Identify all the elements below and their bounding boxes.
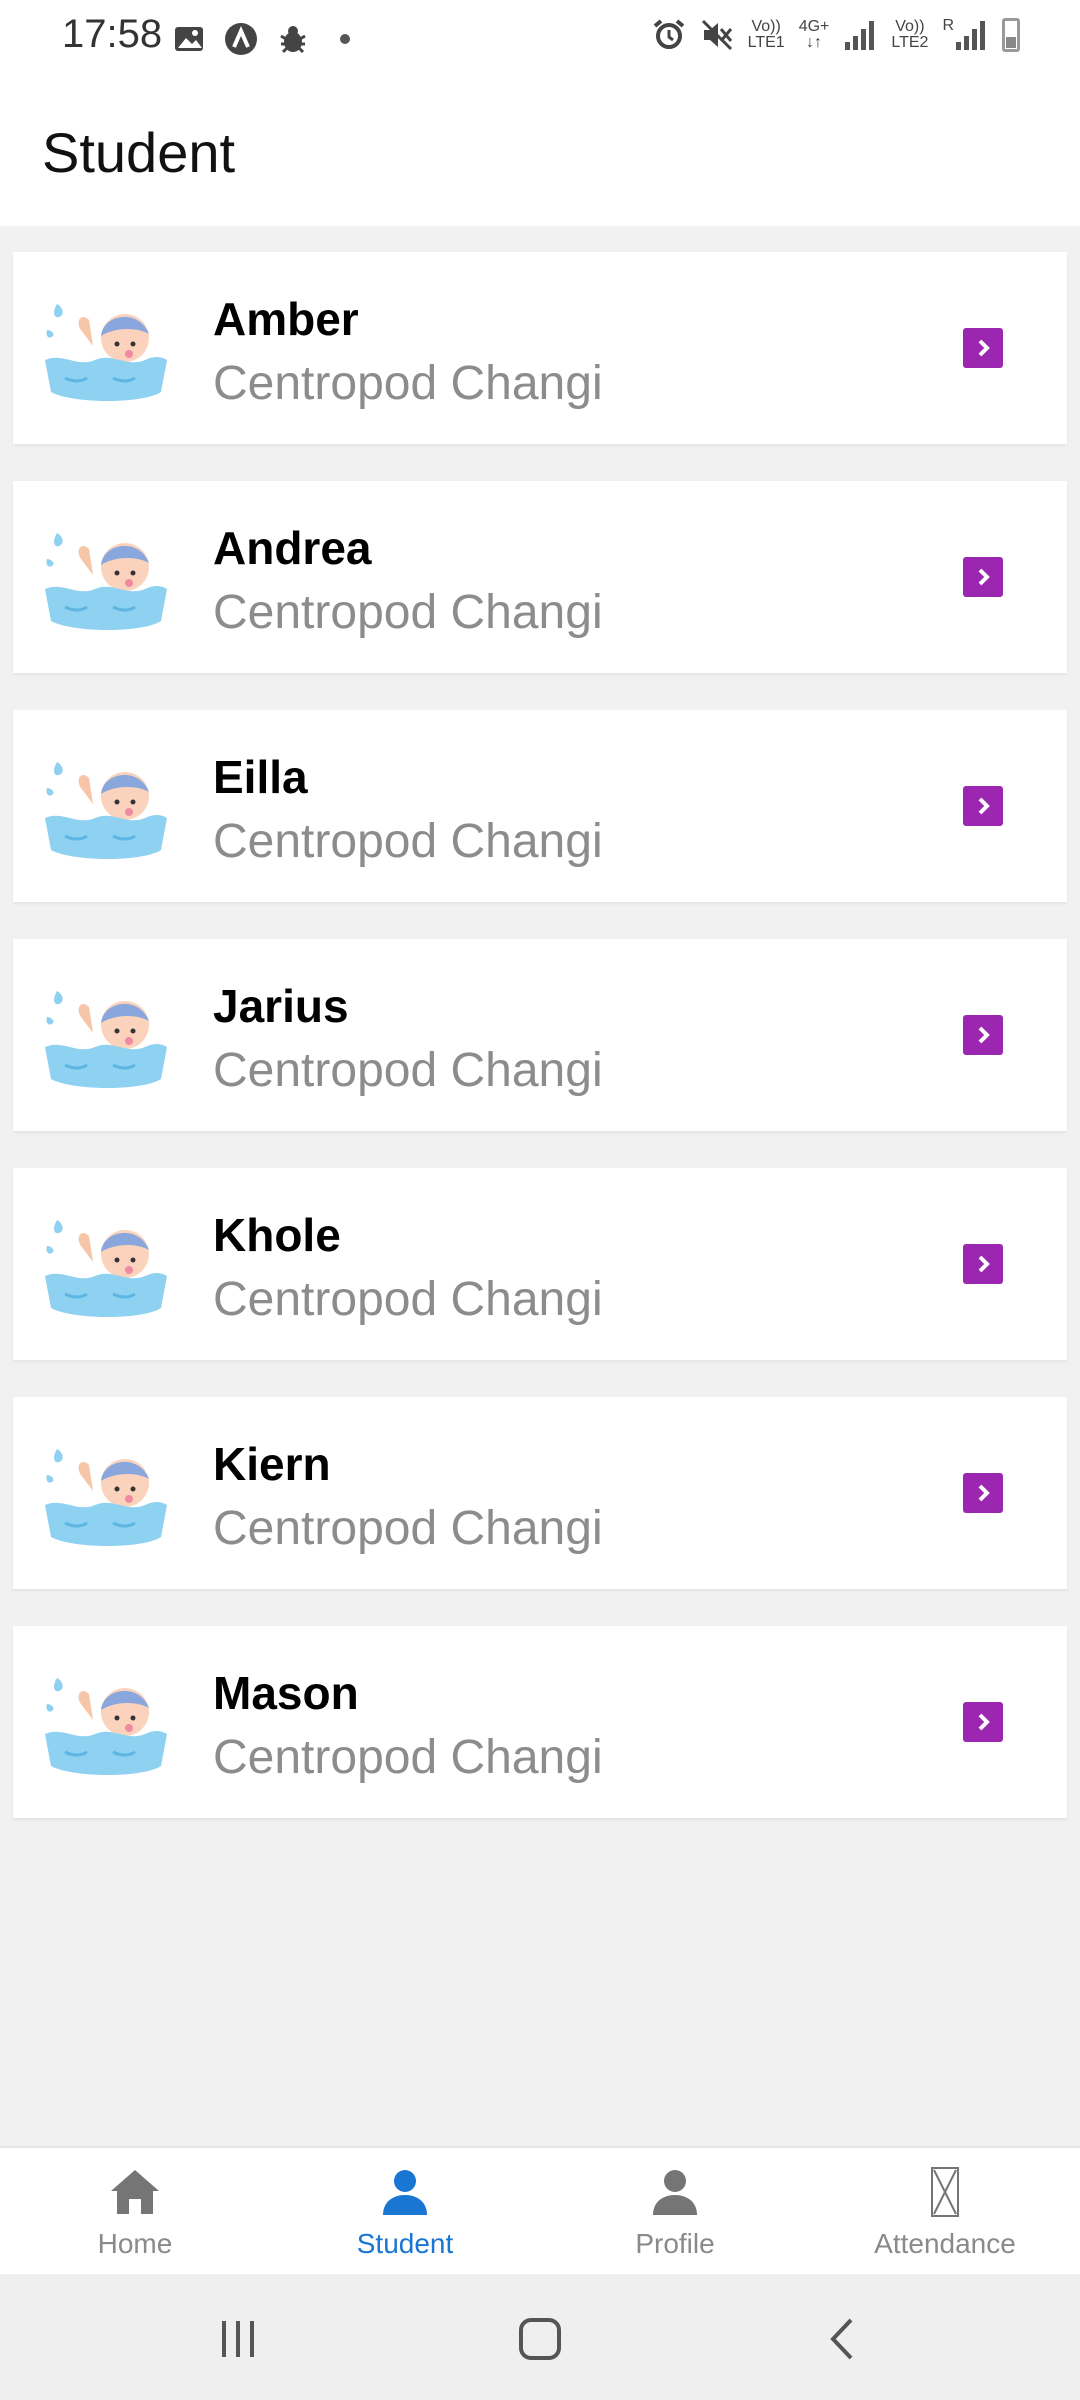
recent-apps-icon xyxy=(222,2321,254,2357)
alarm-icon xyxy=(652,18,686,52)
student-name: Khole xyxy=(213,1209,341,1261)
student-name: Amber xyxy=(213,293,359,345)
sim1-type: LTE1 xyxy=(747,34,785,51)
nav-item-attendance[interactable]: Attendance xyxy=(810,2148,1080,2276)
data-arrows-icon: ↓↑ xyxy=(806,34,823,51)
swimmer-avatar-icon xyxy=(43,1439,167,1549)
student-list: Amber Centropod Changi Andrea Centropod … xyxy=(13,252,1067,1855)
system-nav-bar xyxy=(0,2274,1080,2400)
student-card[interactable]: Andrea Centropod Changi xyxy=(13,481,1067,673)
app-logo-icon xyxy=(224,22,258,56)
student-name: Eilla xyxy=(213,751,308,803)
dot-icon xyxy=(328,22,362,56)
nav-label-profile: Profile xyxy=(635,2228,715,2259)
page-title: Student xyxy=(42,121,236,184)
chevron-right-icon xyxy=(978,1026,990,1044)
signal-icon xyxy=(843,18,877,52)
chevron-right-icon xyxy=(978,568,990,586)
sim1-label: Vo)) xyxy=(751,18,781,35)
app-header: Student xyxy=(0,78,1080,226)
student-location: Centropod Changi xyxy=(213,1502,603,1555)
recent-apps-button[interactable] xyxy=(208,2314,268,2364)
person-icon xyxy=(377,2164,433,2220)
student-location: Centropod Changi xyxy=(213,1273,603,1326)
student-card[interactable]: Kiern Centropod Changi xyxy=(13,1397,1067,1589)
network-indicator: 4G+ ↓↑ xyxy=(799,19,830,51)
student-card[interactable]: Mason Centropod Changi xyxy=(13,1626,1067,1818)
nav-item-student[interactable]: Student xyxy=(270,2148,540,2276)
chevron-right-icon xyxy=(978,1484,990,1502)
student-name: Jarius xyxy=(213,980,349,1032)
network-type: 4G+ xyxy=(798,18,830,35)
student-name: Andrea xyxy=(213,522,372,574)
student-location: Centropod Changi xyxy=(213,1731,603,1784)
nav-label-student: Student xyxy=(356,2228,454,2259)
home-icon xyxy=(107,2164,163,2220)
swimmer-avatar-icon xyxy=(43,294,167,404)
nav-label-home: Home xyxy=(97,2228,173,2259)
nav-label-attendance: Attendance xyxy=(874,2228,1016,2259)
swimmer-avatar-icon xyxy=(43,1210,167,1320)
swimmer-avatar-icon xyxy=(43,981,167,1091)
roaming-indicator: R xyxy=(942,18,988,52)
status-bar: 17:58 Vo)) LTE1 4G+ ↓↑ Vo)) LTE2 R xyxy=(0,0,1080,78)
student-card[interactable]: Amber Centropod Changi xyxy=(13,252,1067,444)
chevron-right-icon xyxy=(978,797,990,815)
open-student-button[interactable] xyxy=(963,328,1003,368)
hourglass-icon xyxy=(917,2164,973,2220)
swimmer-avatar-icon xyxy=(43,752,167,862)
mute-icon xyxy=(700,18,734,52)
signal-2-icon xyxy=(954,18,988,52)
sim2-indicator: Vo)) LTE2 xyxy=(891,19,928,51)
student-card[interactable]: Jarius Centropod Changi xyxy=(13,939,1067,1131)
nav-item-home[interactable]: Home xyxy=(0,2148,270,2276)
student-name: Mason xyxy=(213,1667,359,1719)
student-location: Centropod Changi xyxy=(213,1044,603,1097)
open-student-button[interactable] xyxy=(963,1702,1003,1742)
profile-icon xyxy=(647,2164,703,2220)
open-student-button[interactable] xyxy=(963,557,1003,597)
chevron-right-icon xyxy=(978,339,990,357)
swimmer-avatar-icon xyxy=(43,1668,167,1778)
student-name: Kiern xyxy=(213,1438,331,1490)
student-card[interactable]: Eilla Centropod Changi xyxy=(13,710,1067,902)
status-time: 17:58 xyxy=(62,12,163,56)
chevron-right-icon xyxy=(978,1255,990,1273)
student-card[interactable]: Khole Centropod Changi xyxy=(13,1168,1067,1360)
roaming-label: R xyxy=(942,17,954,34)
open-student-button[interactable] xyxy=(963,1473,1003,1513)
home-system-button[interactable] xyxy=(510,2314,570,2364)
student-location: Centropod Changi xyxy=(213,357,603,410)
swimmer-avatar-icon xyxy=(43,523,167,633)
chevron-right-icon xyxy=(978,1713,990,1731)
open-student-button[interactable] xyxy=(963,1244,1003,1284)
sim1-indicator: Vo)) LTE1 xyxy=(748,19,785,51)
nav-item-profile[interactable]: Profile xyxy=(540,2148,810,2276)
open-student-button[interactable] xyxy=(963,1015,1003,1055)
home-square-icon xyxy=(519,2318,561,2360)
sim2-label: Vo)) xyxy=(895,18,925,35)
student-location: Centropod Changi xyxy=(213,815,603,868)
student-location: Centropod Changi xyxy=(213,586,603,639)
gallery-icon xyxy=(172,22,206,56)
open-student-button[interactable] xyxy=(963,786,1003,826)
back-button[interactable] xyxy=(812,2314,872,2364)
bug-icon xyxy=(276,22,310,56)
back-chevron-icon xyxy=(830,2318,853,2360)
battery-icon xyxy=(1002,18,1020,52)
sim2-type: LTE2 xyxy=(891,34,929,51)
bottom-nav: Home Student Profile Attendance xyxy=(0,2146,1080,2276)
